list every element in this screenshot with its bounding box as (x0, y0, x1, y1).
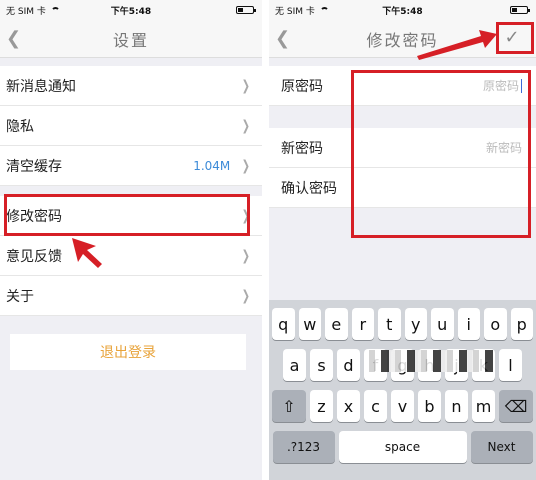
keyboard: q w e r t y u i o p a s d f g h j k l ⇧ … (269, 300, 536, 480)
change-password-screen: 无 SIM 卡 下午5:48 ❮ 修改密码 ✓ 原密码 新密码 确认密码 (269, 0, 536, 480)
checkmark-icon[interactable]: ✓ (494, 22, 530, 52)
key[interactable]: e (325, 308, 348, 340)
new-password-row: 新密码 (269, 128, 536, 168)
settings-item-feedback[interactable]: 意见反馈 ❯ (0, 236, 262, 276)
space-key[interactable]: space (338, 431, 467, 463)
status-bar: 无 SIM 卡 下午5:48 (269, 0, 536, 20)
key[interactable]: p (510, 308, 533, 340)
settings-list: 新消息通知 ❯ 隐私 ❯ 清空缓存 1.04M ❯ 修改密码 ❯ 意见反馈 ❯ … (0, 66, 262, 316)
section-gap (269, 106, 536, 128)
nav-bar: ❮ 设置 (0, 20, 262, 58)
key[interactable]: b (418, 390, 441, 422)
settings-item-privacy[interactable]: 隐私 ❯ (0, 106, 262, 146)
settings-item-about[interactable]: 关于 ❯ (0, 276, 262, 316)
new-password-label: 新密码 (281, 140, 323, 157)
keyboard-row-3: ⇧ z x c v b n m ⌫ (272, 390, 533, 422)
key[interactable]: m (472, 390, 495, 422)
page-title: 设置 (112, 30, 149, 50)
chevron-right-icon: ❯ (242, 77, 251, 94)
settings-item-label: 新消息通知 (6, 78, 76, 95)
section-gap (0, 186, 262, 196)
chevron-left-icon[interactable]: ❮ (275, 28, 290, 49)
chevron-right-icon: ❯ (242, 117, 251, 134)
settings-item-notifications[interactable]: 新消息通知 ❯ (0, 66, 262, 106)
settings-screen: 无 SIM 卡 下午5:48 ❮ 设置 新消息通知 ❯ 隐私 ❯ 清空缓存 1.… (0, 0, 262, 480)
backspace-icon[interactable]: ⌫ (499, 390, 533, 422)
settings-item-change-password[interactable]: 修改密码 ❯ (0, 196, 262, 236)
key[interactable]: n (445, 390, 468, 422)
logout-button[interactable]: 退出登录 (10, 334, 246, 370)
settings-item-label: 意见反馈 (6, 248, 62, 265)
chevron-left-icon[interactable]: ❮ (6, 28, 21, 49)
key[interactable]: l (499, 349, 522, 381)
battery-icon (510, 6, 530, 14)
next-key[interactable]: Next (470, 431, 533, 463)
chevron-right-icon: ❯ (242, 287, 251, 304)
confirm-password-input[interactable] (361, 180, 522, 195)
confirm-password-label: 确认密码 (281, 180, 337, 197)
settings-item-label: 清空缓存 (6, 158, 62, 175)
cache-size-value: 1.04M (193, 158, 231, 173)
settings-item-label: 隐私 (6, 118, 34, 135)
settings-item-clear-cache[interactable]: 清空缓存 1.04M ❯ (0, 146, 262, 186)
key[interactable]: i (457, 308, 480, 340)
key[interactable]: w (298, 308, 321, 340)
key[interactable]: d (337, 349, 360, 381)
key[interactable]: c (364, 390, 387, 422)
key[interactable]: x (337, 390, 360, 422)
screen-divider (262, 0, 269, 480)
old-password-label: 原密码 (281, 78, 323, 95)
settings-item-label: 修改密码 (6, 208, 62, 225)
keyboard-row-1: q w e r t y u i o p (272, 308, 533, 340)
chevron-right-icon: ❯ (242, 207, 251, 224)
key[interactable]: o (484, 308, 507, 340)
status-bar: 无 SIM 卡 下午5:48 (0, 0, 262, 20)
settings-item-label: 关于 (6, 288, 34, 305)
status-time: 下午5:48 (382, 6, 423, 17)
key[interactable]: v (391, 390, 414, 422)
numbers-key[interactable]: .?123 (272, 431, 335, 463)
key[interactable]: z (310, 390, 333, 422)
password-form: 原密码 新密码 确认密码 (269, 66, 536, 208)
keyboard-row-4: .?123 space Next (272, 431, 533, 463)
nav-bar: ❮ 修改密码 ✓ (269, 20, 536, 58)
redaction-overlay (369, 350, 493, 372)
battery-icon (236, 6, 256, 14)
key[interactable]: t (378, 308, 401, 340)
old-password-row: 原密码 (269, 66, 536, 106)
confirm-password-row: 确认密码 (269, 168, 536, 208)
key[interactable]: r (351, 308, 374, 340)
key[interactable]: a (283, 349, 306, 381)
key[interactable]: q (272, 308, 295, 340)
new-password-input[interactable] (361, 140, 522, 155)
shift-icon[interactable]: ⇧ (272, 390, 306, 422)
key[interactable]: y (404, 308, 427, 340)
text-cursor (521, 78, 522, 93)
status-time: 下午5:48 (110, 6, 152, 17)
key[interactable]: u (431, 308, 454, 340)
page-title: 修改密码 (366, 30, 439, 50)
key[interactable]: s (310, 349, 333, 381)
chevron-right-icon: ❯ (242, 247, 251, 264)
chevron-right-icon: ❯ (242, 157, 251, 174)
old-password-input[interactable] (361, 78, 519, 93)
